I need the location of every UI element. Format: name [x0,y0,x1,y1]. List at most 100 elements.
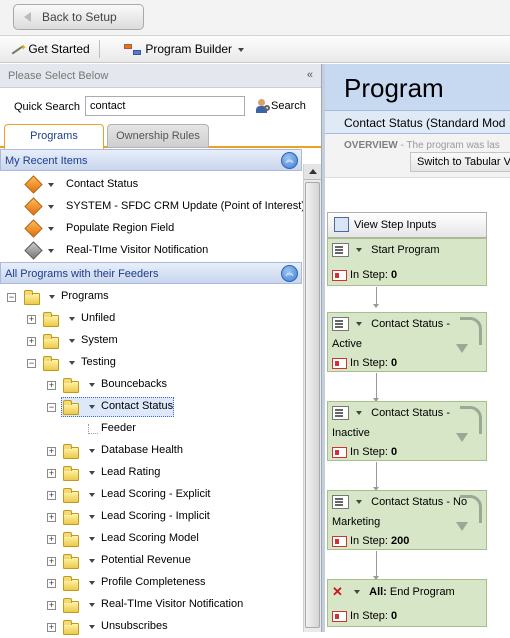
scroll-up-arrow-icon [309,169,317,174]
recent-item[interactable]: Populate Region Field [0,218,302,240]
switch-to-tabular-view-button[interactable]: Switch to Tabular V [410,152,510,172]
tree-node-potential-revenue[interactable]: + Potential Revenue [0,550,302,572]
in-step-count: In Step: 200 [332,535,409,547]
recent-items-header[interactable]: My Recent Items ︽ [0,149,302,171]
folder-open-icon [63,400,79,415]
tree-node-contact-status[interactable]: − Contact Status [0,396,302,418]
chevron-down-icon[interactable] [89,449,95,453]
contact-card-icon [332,610,347,622]
chevron-down-icon[interactable] [49,295,55,299]
tree-node-programs[interactable]: − Programs [0,286,302,308]
chevron-down-icon[interactable] [89,581,95,585]
toolbar: ✦ Get Started Program Builder [0,36,510,63]
tree-node-profile-completeness[interactable]: + Profile Completeness [0,572,302,594]
chevron-down-icon[interactable] [356,248,363,252]
chevron-down-icon[interactable] [89,515,95,519]
collapse-icon[interactable]: − [7,293,16,302]
end-x-icon: ✕ [332,584,343,599]
expand-icon[interactable]: + [47,557,56,566]
expand-icon[interactable]: + [47,381,56,390]
recent-item[interactable]: Real-TIme Visitor Notification [0,240,302,262]
wand-icon: ✦ [10,43,27,56]
view-step-inputs-button[interactable]: View Step Inputs [327,212,487,238]
chevron-down-icon[interactable] [89,383,95,387]
panel-header: Please Select Below « [0,64,321,88]
tree-node-unsubscribes[interactable]: + Unsubscribes [0,616,302,638]
expand-icon[interactable]: + [27,315,36,324]
tree-node-real-time-visitor-notification[interactable]: + Real-TIme Visitor Notification [0,594,302,616]
expand-icon[interactable]: + [47,491,56,500]
expand-icon[interactable]: + [47,623,56,632]
tree-node-feeder[interactable]: Feeder [0,418,302,440]
all-programs-header[interactable]: All Programs with their Feeders ︽ [0,262,302,284]
tree-node-database-health[interactable]: + Database Health [0,440,302,462]
expand-icon[interactable]: + [27,337,36,346]
tree-node-testing[interactable]: − Testing [0,352,302,374]
recent-item[interactable]: Contact Status [0,174,302,196]
tree-node-lead-scoring-model[interactable]: + Lead Scoring Model [0,528,302,550]
chevron-down-icon[interactable] [354,590,361,594]
folder-icon [43,312,59,327]
tree-node-system[interactable]: + System [0,330,302,352]
collapse-section-icon[interactable]: ︽ [281,152,298,169]
chevron-down-icon[interactable] [356,500,363,504]
chevron-down-icon[interactable] [89,559,95,563]
expand-icon[interactable]: + [47,513,56,522]
tree-node-unfiled[interactable]: + Unfiled [0,308,302,330]
expand-icon[interactable]: + [47,579,56,588]
expand-icon[interactable]: + [47,447,56,456]
expand-icon[interactable]: + [47,469,56,478]
search-button[interactable]: Search [255,96,311,116]
expand-icon[interactable]: + [47,535,56,544]
chevron-down-icon[interactable] [48,227,54,231]
chevron-down-icon[interactable] [356,322,363,326]
step-list-icon [332,317,349,331]
step-end-program[interactable]: ✕ All: End Program In Step: 0 [327,579,487,627]
chevron-down-icon[interactable] [69,339,75,343]
step-list-icon [332,495,349,509]
top-bar: Back to Setup [0,0,510,36]
step-contact-status-inactive[interactable]: Contact Status - Inactive In Step: 0 [327,401,487,461]
back-to-setup-button[interactable]: Back to Setup [13,4,144,30]
program-canvas-panel: Program Contact Status (Standard Mod OVE… [325,64,510,632]
folder-icon [63,488,79,503]
chevron-down-icon[interactable] [48,205,54,209]
step-contact-status-no-marketing[interactable]: Contact Status - No Marketing In Step: 2… [327,490,487,550]
tree-node-lead-rating[interactable]: + Lead Rating [0,462,302,484]
chevron-down-icon[interactable] [356,411,363,415]
tree-scrollbar[interactable] [303,164,321,632]
contact-card-icon [332,357,347,369]
tree-connector [88,424,98,434]
step-label-continued: Inactive [332,427,370,439]
chevron-down-icon[interactable] [89,603,95,607]
tree-node-bouncebacks[interactable]: + Bouncebacks [0,374,302,396]
chevron-down-icon[interactable] [48,183,54,187]
chevron-down-icon[interactable] [69,361,75,365]
tab-programs[interactable]: Programs [4,124,104,150]
chevron-down-icon[interactable] [48,249,54,253]
chevron-down-icon[interactable] [89,625,95,629]
scroll-up-button[interactable] [304,164,321,180]
chevron-down-icon[interactable] [89,537,95,541]
program-builder-menu[interactable]: Program Builder [124,42,245,56]
quick-search-input[interactable] [85,96,245,116]
collapse-icon[interactable]: − [27,359,36,368]
step-contact-status-active[interactable]: Contact Status - Active In Step: 0 [327,312,487,372]
collapse-section-icon[interactable]: ︽ [281,265,298,282]
recent-item[interactable]: SYSTEM - SFDC CRM Update (Point of Inter… [0,196,305,218]
program-builder-icon [124,43,142,56]
collapse-icon[interactable]: − [47,403,56,412]
chevron-down-icon[interactable] [69,317,75,321]
tab-ownership-rules[interactable]: Ownership Rules [107,124,209,148]
tree-node-lead-scoring-explicit[interactable]: + Lead Scoring - Explicit [0,484,302,506]
tree-node-lead-scoring-implicit[interactable]: + Lead Scoring - Implicit [0,506,302,528]
chevron-down-icon[interactable] [89,471,95,475]
expand-icon[interactable]: + [47,601,56,610]
scrollbar-thumb[interactable] [305,182,320,628]
program-name: Contact Status (Standard Mod [325,110,510,134]
step-start-program[interactable]: Start Program In Step: 0 [327,238,487,286]
collapse-panel-icon[interactable]: « [307,69,313,81]
get-started-button[interactable]: ✦ Get Started [10,42,90,56]
chevron-down-icon[interactable] [89,405,95,409]
chevron-down-icon[interactable] [89,493,95,497]
